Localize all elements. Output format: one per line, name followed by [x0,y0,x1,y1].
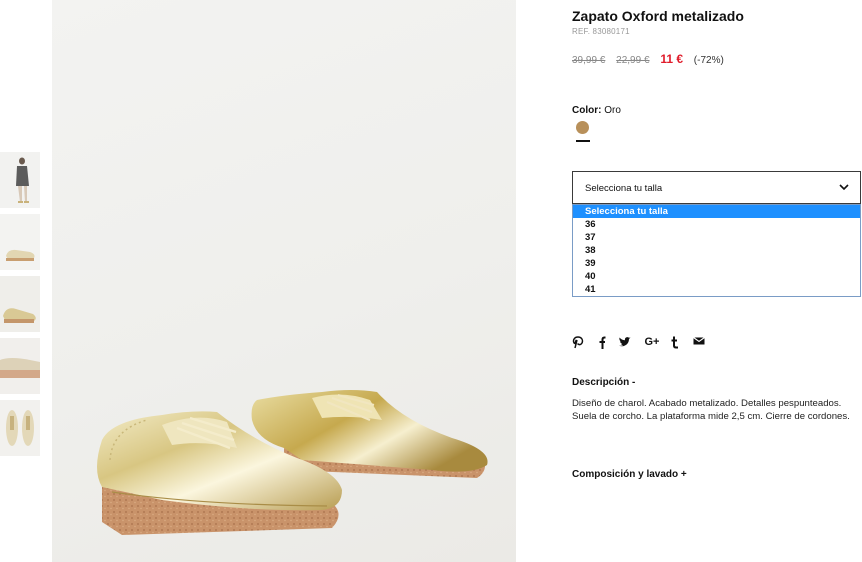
chevron-down-icon [839,184,849,191]
thumbnail-shoe-pair[interactable] [0,276,40,332]
description-text: Diseño de charol. Acabado metalizado. De… [572,398,850,422]
color-label-row: Color: Oro [572,105,621,116]
size-option-36[interactable]: 36 [573,218,860,231]
thumbnail-shoe-sole[interactable] [0,338,40,394]
thumbnail-shoe-side[interactable] [0,214,40,270]
discount-badge: (-72%) [693,55,724,66]
thumbnail-model[interactable] [0,152,40,208]
product-title: Zapato Oxford metalizado [572,8,744,24]
size-option-41[interactable]: 41 [573,283,860,296]
size-select-value: Selecciona tu talla [585,183,663,194]
color-value: Oro [604,105,621,116]
composition-toggle[interactable]: Composición y lavado + [572,469,687,480]
size-option-37[interactable]: 37 [573,231,860,244]
pinterest-icon[interactable] [572,334,586,350]
size-dropdown-list: Selecciona tu talla 36 37 38 39 40 41 [572,204,861,297]
size-option-placeholder[interactable]: Selecciona tu talla [573,205,860,218]
color-swatch-gold[interactable] [576,121,589,134]
tumblr-icon[interactable] [670,334,684,350]
main-product-image[interactable] [52,0,516,562]
size-option-40[interactable]: 40 [573,270,860,283]
original-price: 39,99 € [572,55,606,66]
email-icon[interactable] [693,334,707,350]
twitter-icon[interactable] [618,334,632,350]
price-block: 39,99 € 22,99 € 11 € (-72%) [572,52,724,66]
size-select[interactable]: Selecciona tu talla [572,171,861,204]
description-toggle[interactable]: Descripción - [572,377,635,388]
product-reference: REF. 83080171 [572,27,630,36]
swatch-selected-indicator [576,140,590,142]
previous-price: 22,99 € [616,55,650,66]
size-option-38[interactable]: 38 [573,244,860,257]
google-plus-icon[interactable]: G+ [642,334,662,350]
sale-price: 11 € [660,52,684,66]
color-label: Color: [572,105,602,116]
facebook-icon[interactable] [596,334,610,350]
size-option-39[interactable]: 39 [573,257,860,270]
thumbnail-shoe-top[interactable] [0,400,40,456]
